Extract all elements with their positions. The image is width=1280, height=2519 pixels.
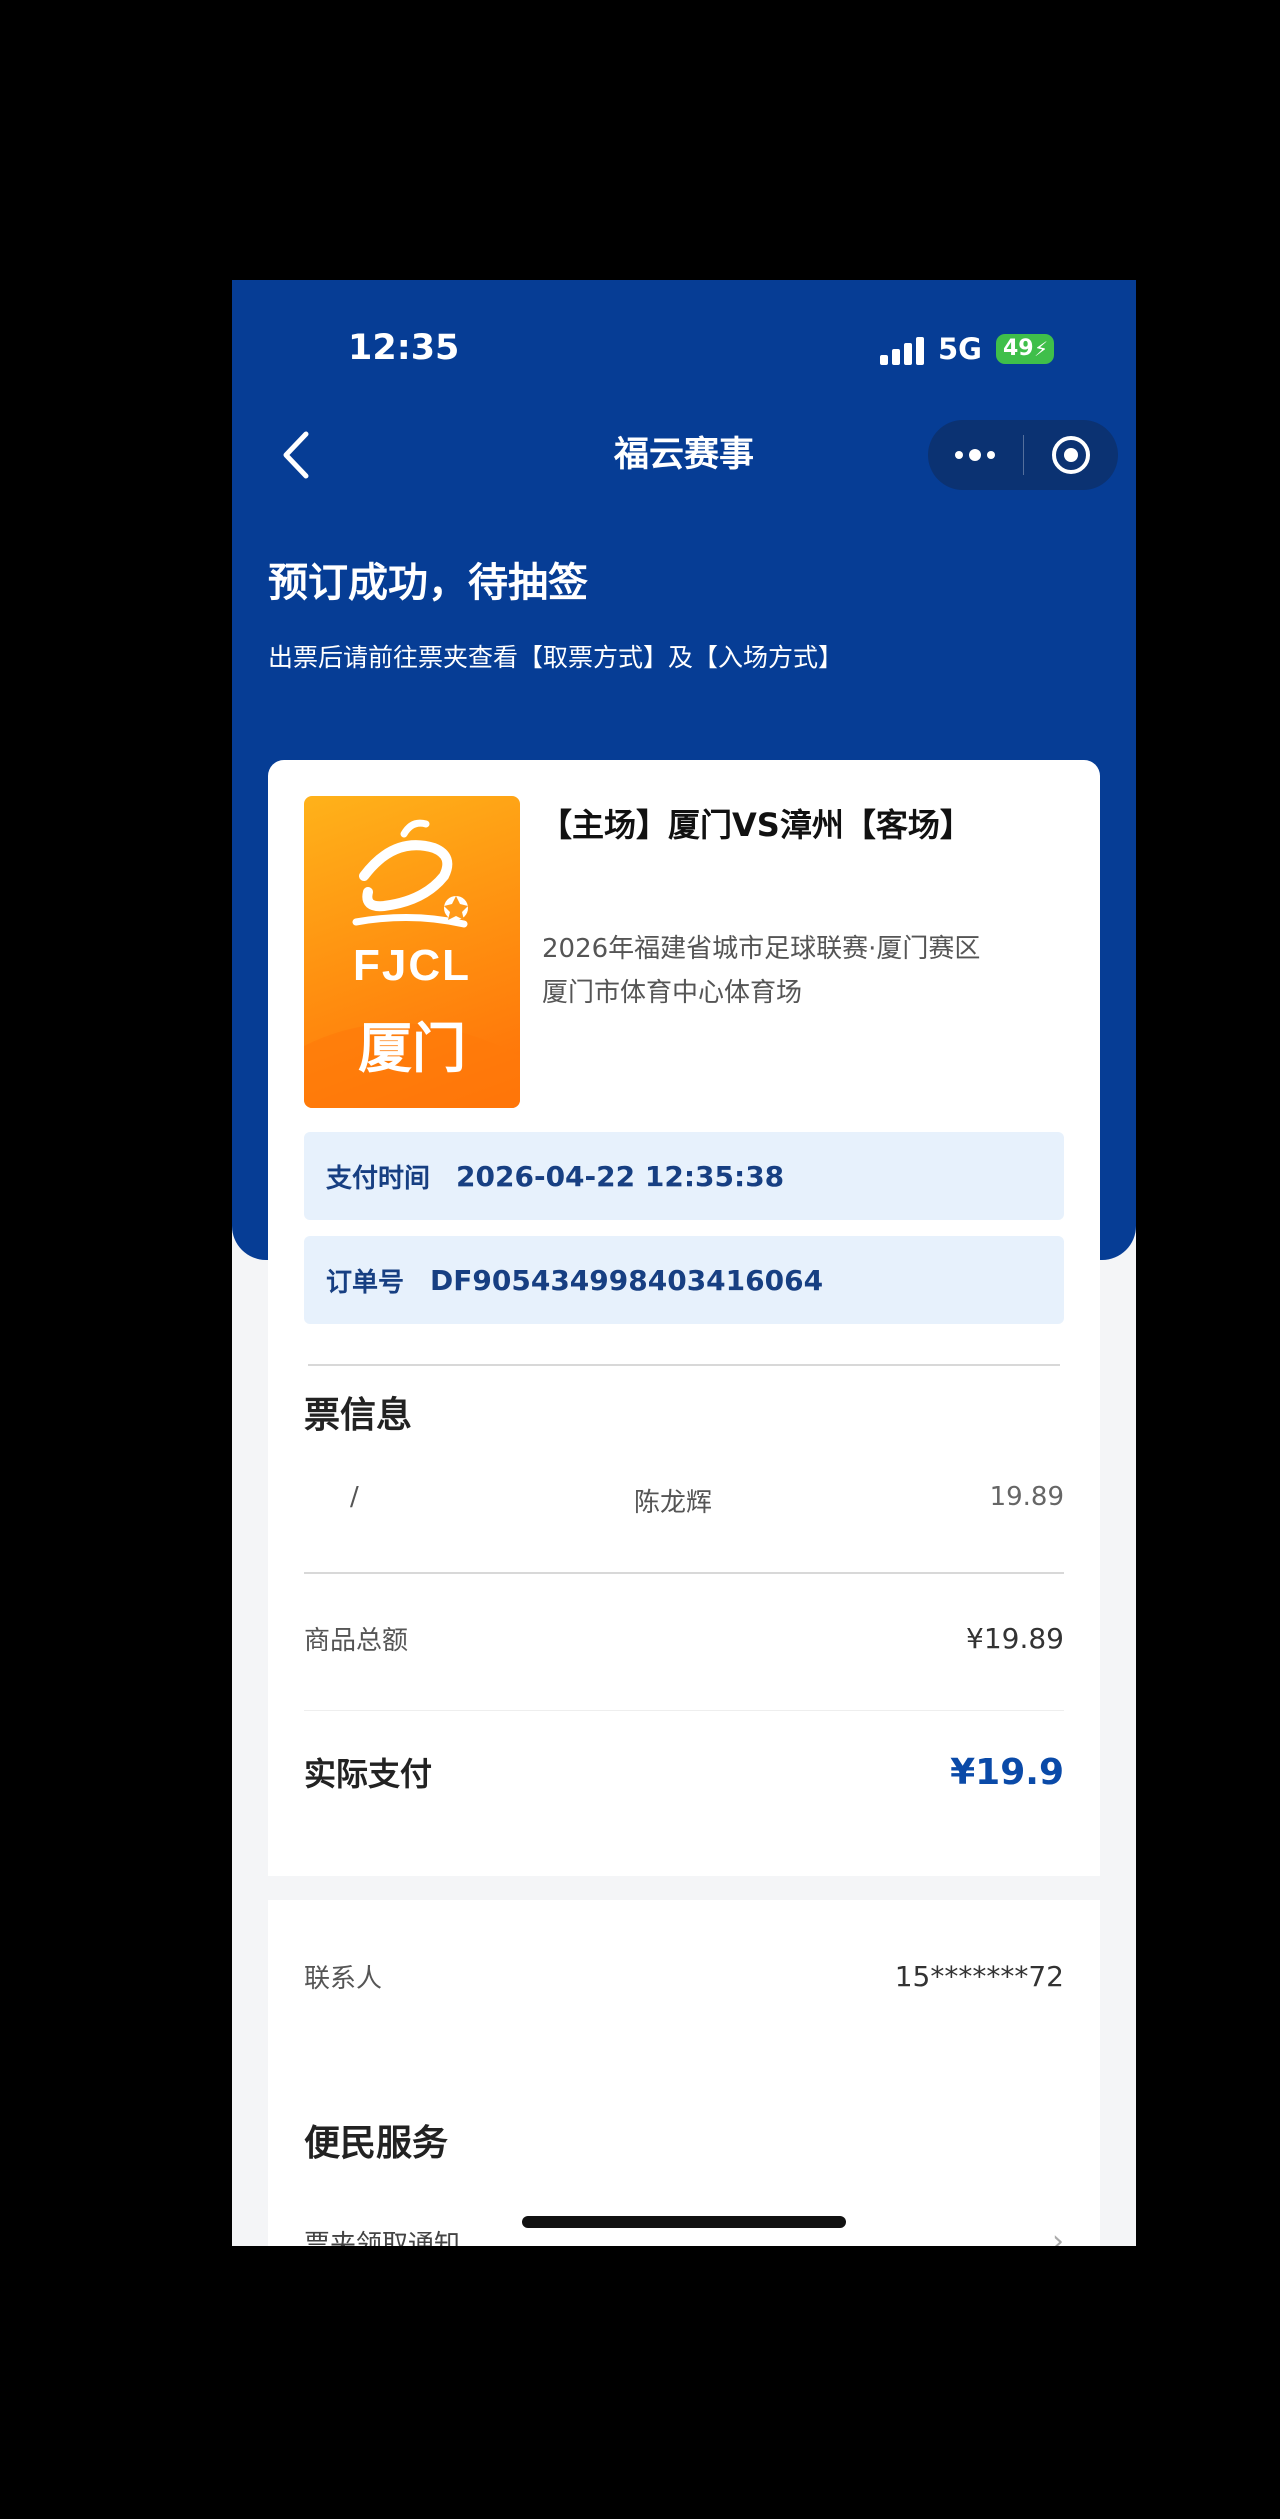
ticket-info-title: 票信息 <box>304 1395 413 1436</box>
ticket-holder-name: 陈龙辉 <box>634 1488 713 1518</box>
pay-time-value: 2026-04-22 12:35:38 <box>456 1159 785 1193</box>
mini-program-capsule <box>928 420 1118 490</box>
ticket-divider <box>304 1572 1064 1574</box>
order-number-box[interactable]: 订单号 DF905434998403416064 <box>304 1236 1064 1324</box>
contact-row: 联系人 15*******72 <box>304 1946 1064 2006</box>
ticket-seat: / <box>350 1482 359 1512</box>
ticket-row: / 陈龙辉 19.89 <box>304 1482 1064 1522</box>
event-poster: FJCL 厦门 <box>304 796 520 1108</box>
contact-phone: 15*******72 <box>894 1959 1064 1993</box>
order-number-label: 订单号 <box>326 1267 405 1298</box>
battery-icon: 49 ⚡ <box>996 334 1054 364</box>
card-gap <box>232 1876 1136 1900</box>
battery-level: 49 <box>1003 336 1034 361</box>
home-indicator[interactable] <box>522 2216 846 2228</box>
goods-total-value: ¥19.89 <box>966 1621 1064 1655</box>
status-time: 12:35 <box>348 328 460 368</box>
contact-card: 联系人 15*******72 <box>268 1900 1100 2052</box>
poster-brand: FJCL <box>353 941 471 990</box>
more-button[interactable] <box>928 420 1023 490</box>
actual-pay-label: 实际支付 <box>304 1755 433 1793</box>
actual-pay-value: ¥19.9 <box>950 1751 1064 1793</box>
venue-name: 厦门市体育中心体育场 <box>542 978 803 1008</box>
goods-total-row: 商品总额 ¥19.89 <box>304 1608 1064 1668</box>
contact-label: 联系人 <box>304 1963 383 1994</box>
goods-total-label: 商品总额 <box>304 1625 409 1656</box>
signal-icon <box>880 337 924 365</box>
booking-status-title: 预订成功，待抽签 <box>268 560 588 606</box>
charging-bolt-icon: ⚡ <box>1033 337 1048 361</box>
match-title: 【主场】厦门VS漳州【客场】 <box>540 806 972 844</box>
section-divider <box>308 1364 1060 1366</box>
chevron-right-icon[interactable]: › <box>1052 2224 1064 2246</box>
booking-status-hint: 出票后请前往票夹查看【取票方式】及【入场方式】 <box>268 643 844 672</box>
summary-divider <box>304 1710 1064 1711</box>
poster-city: 厦门 <box>358 1017 466 1080</box>
order-number-value: DF905434998403416064 <box>430 1263 824 1297</box>
service-item[interactable]: 票夹领取通知 <box>304 2224 460 2246</box>
pay-time-box: 支付时间 2026-04-22 12:35:38 <box>304 1132 1064 1220</box>
pay-time-label: 支付时间 <box>326 1163 431 1194</box>
ticket-price: 19.89 <box>989 1482 1064 1512</box>
league-name: 2026年福建省城市足球联赛·厦门赛区 <box>542 934 981 964</box>
service-title: 便民服务 <box>304 2123 449 2164</box>
close-mini-program-button[interactable] <box>1024 420 1119 490</box>
actual-pay-row: 实际支付 ¥19.9 <box>304 1742 1064 1802</box>
more-dots-icon <box>955 449 996 461</box>
target-icon <box>1051 436 1090 474</box>
network-label: 5G <box>938 332 982 366</box>
phone-screen: 12:35 5G 49 ⚡ 福云赛事 预订成功，待抽签 出票后请前往票夹查看【取票… <box>232 280 1136 2246</box>
